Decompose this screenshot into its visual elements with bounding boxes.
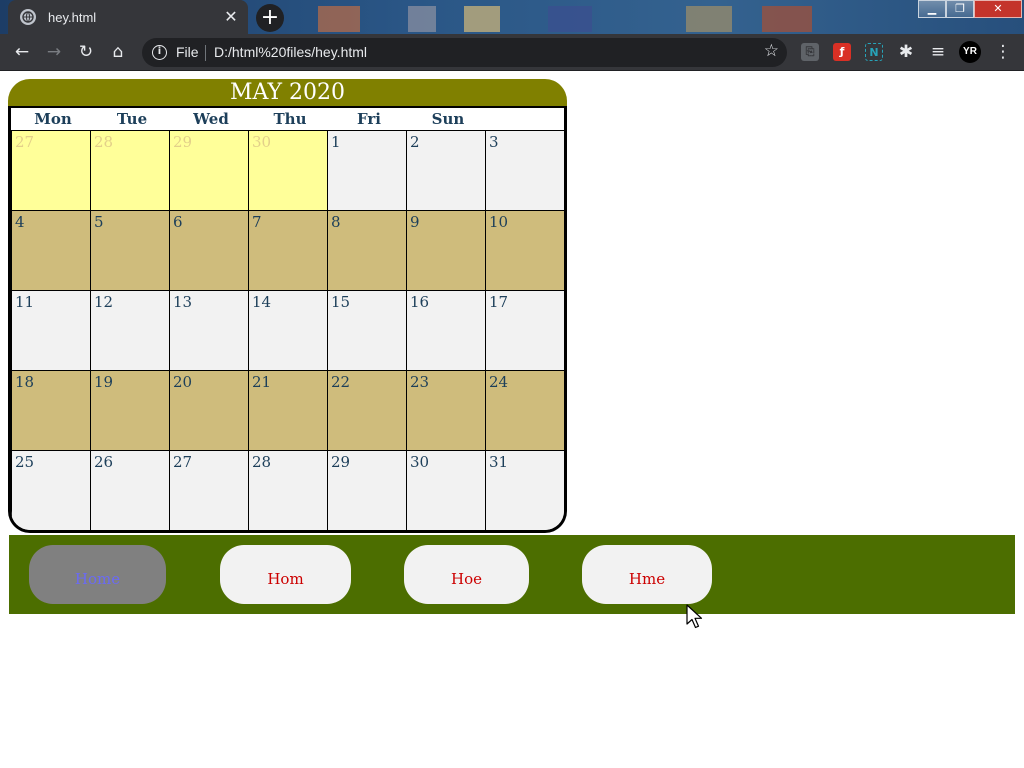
tab-title: hey.html	[48, 9, 97, 25]
nav-button-home[interactable]: Home	[29, 545, 166, 604]
divider	[205, 45, 206, 61]
nav-bar: Home Hom Hoe Hme	[9, 535, 1015, 614]
day-cell: 5	[90, 210, 170, 291]
day-cell: 19	[90, 370, 170, 451]
day-cell: 26	[90, 450, 170, 530]
background-decoration	[408, 6, 436, 32]
forward-icon[interactable]: →	[44, 42, 64, 62]
nav-button-hoe[interactable]: Hoe	[404, 545, 529, 604]
browser-toolbar: ← → ↻ ⌂ i File D:/html%20files/hey.html …	[0, 34, 1024, 71]
day-cell: 15	[327, 290, 407, 371]
menu-icon[interactable]: ⋮	[993, 42, 1013, 62]
background-decoration	[464, 6, 500, 32]
close-tab-icon[interactable]: ✕	[222, 8, 240, 26]
background-decoration	[686, 6, 732, 32]
scheme-label: File	[176, 44, 199, 60]
browser-tab[interactable]: hey.html ✕	[8, 0, 248, 34]
address-bar[interactable]: i File D:/html%20files/hey.html ☆	[142, 38, 787, 67]
day-cell: 30	[406, 450, 486, 530]
day-cell: 8	[327, 210, 407, 291]
media-queue-icon[interactable]: ≡	[928, 42, 948, 62]
day-cell: 28	[248, 450, 328, 530]
day-cell: 17	[485, 290, 564, 371]
day-cell: 29	[327, 450, 407, 530]
prev-month-day-cell: 27	[11, 130, 91, 211]
avatar[interactable]: YR	[959, 41, 981, 63]
day-cell: 25	[11, 450, 91, 530]
tab-strip: hey.html ✕ + ▁ ❐ ✕	[0, 0, 1024, 34]
day-cell: 22	[327, 370, 407, 451]
extension-n-icon[interactable]: N	[865, 43, 883, 61]
weekday-label: Fri	[357, 110, 381, 128]
day-cell: 21	[248, 370, 328, 451]
calendar-title: MAY 2020	[8, 79, 567, 107]
pdf-icon[interactable]: ⎘	[801, 43, 819, 61]
flash-icon[interactable]: ƒ	[833, 43, 851, 61]
day-cell: 2	[406, 130, 486, 211]
weekday-label: Mon	[34, 110, 72, 128]
day-cell: 6	[169, 210, 249, 291]
day-cell: 13	[169, 290, 249, 371]
prev-month-day-cell: 30	[248, 130, 328, 211]
star-icon[interactable]: ☆	[764, 41, 779, 61]
day-cell: 27	[169, 450, 249, 530]
new-tab-button[interactable]: +	[256, 4, 284, 32]
url-text[interactable]: D:/html%20files/hey.html	[214, 44, 367, 60]
background-decoration	[548, 6, 592, 32]
background-decoration	[762, 6, 812, 32]
day-cell: 9	[406, 210, 486, 291]
day-cell: 1	[327, 130, 407, 211]
day-cell: 12	[90, 290, 170, 371]
close-window-button[interactable]: ✕	[974, 0, 1022, 18]
calendar-body: Mon Tue Wed Thu Fri Sun 27 28 29 30 1 2 3 4 5 6 7 8 9 10 11…	[8, 106, 567, 533]
day-cell: 16	[406, 290, 486, 371]
day-cell: 3	[485, 130, 564, 211]
prev-month-day-cell: 28	[90, 130, 170, 211]
day-cell: 7	[248, 210, 328, 291]
nav-button-hom[interactable]: Hom	[220, 545, 351, 604]
puzzle-icon[interactable]: ✱	[896, 42, 916, 62]
home-icon[interactable]: ⌂	[108, 42, 128, 62]
back-icon[interactable]: ←	[12, 42, 32, 62]
weekday-label: Sun	[431, 110, 465, 128]
day-cell: 11	[11, 290, 91, 371]
day-cell: 4	[11, 210, 91, 291]
maximize-button[interactable]: ❐	[946, 0, 974, 18]
calendar: MAY 2020 Mon Tue Wed Thu Fri Sun 27 28 29 30 1 2 3 4…	[8, 79, 567, 533]
day-cell: 18	[11, 370, 91, 451]
day-cell: 23	[406, 370, 486, 451]
day-cell: 20	[169, 370, 249, 451]
minimize-button[interactable]: ▁	[918, 0, 946, 18]
weekday-label: Thu	[273, 110, 307, 128]
reload-icon[interactable]: ↻	[76, 42, 96, 62]
weekday-row: Mon Tue Wed Thu Fri Sun	[11, 108, 564, 130]
prev-month-day-cell: 29	[169, 130, 249, 211]
weekday-label: Wed	[193, 110, 229, 128]
nav-button-hme[interactable]: Hme	[582, 545, 712, 604]
day-cell: 24	[485, 370, 564, 451]
day-cell: 31	[485, 450, 564, 530]
weekday-label: Tue	[116, 110, 148, 128]
info-icon[interactable]: i	[152, 45, 167, 60]
day-cell: 14	[248, 290, 328, 371]
mouse-cursor-icon	[686, 604, 703, 629]
day-cell: 10	[485, 210, 564, 291]
globe-icon	[20, 9, 36, 25]
background-decoration	[318, 6, 360, 32]
